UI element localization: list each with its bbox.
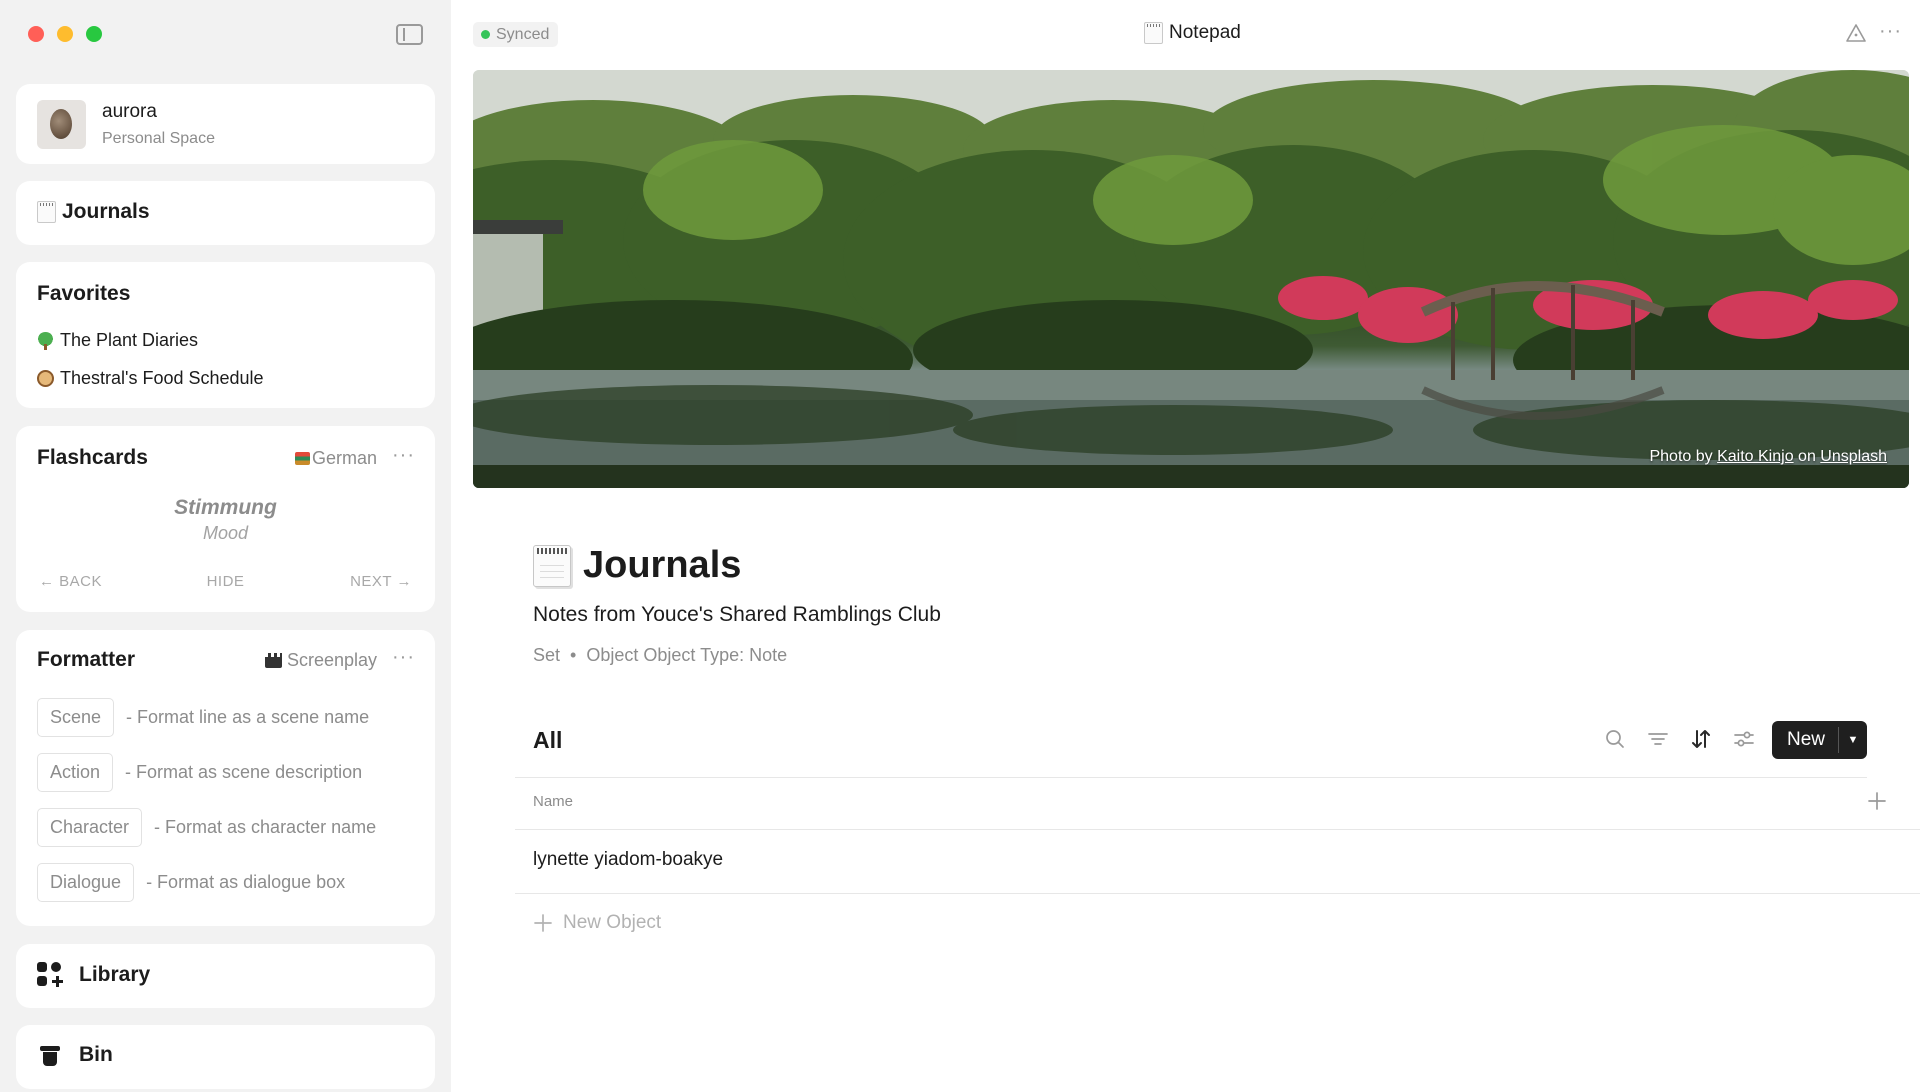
formatter-desc: - Format as scene description: [125, 762, 363, 782]
flashcards-deck[interactable]: German: [294, 448, 377, 469]
formatter-row: Action - Format as scene description: [37, 753, 362, 792]
sidebar-item-bin[interactable]: Bin: [16, 1025, 435, 1089]
clapper-board-icon: [264, 653, 282, 668]
page-title[interactable]: Journals: [583, 544, 741, 587]
tree-icon: [37, 332, 54, 350]
sort-icon[interactable]: [1689, 727, 1713, 751]
library-grid-icon: [37, 962, 63, 988]
cover-garden-graphic: [473, 70, 1909, 488]
formatter-desc: - Format as character name: [154, 817, 377, 837]
favorite-item-plant-diaries[interactable]: The Plant Diaries: [37, 330, 198, 351]
account-name: aurora: [102, 101, 157, 122]
formatter-row: Character - Format as character name: [37, 808, 376, 847]
notepad-icon[interactable]: [533, 544, 571, 587]
column-header-name[interactable]: Name: [533, 793, 573, 810]
favorite-label: The Plant Diaries: [60, 330, 199, 350]
plus-icon: [534, 914, 552, 932]
sync-status-badge[interactable]: Synced: [473, 22, 559, 47]
search-icon[interactable]: [1603, 727, 1627, 751]
flashcard-translation: Mood: [202, 523, 249, 543]
credit-prefix: Photo by: [1649, 448, 1713, 465]
formatter-tag-dialogue[interactable]: Dialogue: [37, 863, 135, 902]
sidebar-item-label: Library: [79, 963, 151, 986]
sidebar: aurora Personal Space Journals Favorites…: [0, 0, 451, 1092]
close-window-button[interactable]: [28, 26, 44, 42]
formatter-desc: - Format line as a scene name: [126, 707, 370, 727]
favorite-label: Thestral's Food Schedule: [60, 368, 264, 388]
sidebar-item-journals-row: Journals: [37, 200, 150, 224]
books-icon: [294, 452, 310, 465]
divider: [515, 829, 1920, 830]
credit-source-link[interactable]: Unsplash: [1820, 448, 1887, 465]
flashcards-widget: Flashcards German ··· Stimmung Mood ← BA…: [16, 426, 435, 612]
avatar: [37, 100, 86, 149]
formatter-row: Dialogue - Format as dialogue box: [37, 863, 345, 902]
formatter-widget: Formatter Screenplay ··· Scene - Format …: [16, 630, 435, 926]
page-header: Journals: [533, 544, 741, 587]
relations-graph-icon[interactable]: [1846, 24, 1866, 42]
divider: [515, 777, 1867, 778]
page-object-type[interactable]: Object Object Type: Note: [586, 645, 787, 666]
main-content: Synced Notepad ··· Photo by Kaito Kinjo …: [451, 0, 1920, 1092]
more-options-icon[interactable]: ···: [1879, 20, 1902, 43]
divider: [515, 893, 1920, 894]
window-title-text: Notepad: [1169, 22, 1241, 43]
more-options-icon[interactable]: ···: [392, 646, 415, 669]
sidebar-item-label: Bin: [79, 1043, 113, 1066]
account-widget[interactable]: aurora Personal Space: [16, 84, 435, 164]
minimize-window-button[interactable]: [57, 26, 73, 42]
sync-status-label: Synced: [496, 25, 550, 43]
dog-face-icon: [37, 370, 54, 387]
table-row[interactable]: lynette yiadom-boakye: [533, 849, 723, 871]
new-object-row[interactable]: New Object: [533, 912, 661, 934]
formatter-tag-action[interactable]: Action: [37, 753, 114, 792]
chevron-down-icon[interactable]: ▼: [1839, 734, 1867, 746]
formatter-title: Formatter: [37, 648, 136, 671]
page-kind[interactable]: Set: [533, 645, 560, 666]
notepad-icon: [1144, 22, 1163, 44]
formatter-tag-scene[interactable]: Scene: [37, 698, 115, 737]
formatter-mode-label: Screenplay: [286, 650, 377, 670]
flashcards-title: Flashcards: [37, 446, 148, 469]
sidebar-item-library[interactable]: Library: [16, 944, 435, 1008]
flashcard-word: Stimmung: [174, 496, 277, 519]
view-settings-icon[interactable]: [1732, 727, 1756, 751]
credit-mid: on: [1798, 448, 1816, 465]
flashcards-deck-label: German: [311, 448, 377, 468]
flashcard-next-button[interactable]: NEXT →: [350, 573, 412, 590]
photo-credit: Photo by Kaito Kinjo on Unsplash: [1649, 448, 1887, 466]
view-tab-all[interactable]: All: [533, 727, 562, 754]
favorites-title: Favorites: [37, 282, 131, 305]
sidebar-item-bin-row: Bin: [37, 1043, 113, 1067]
new-object-button[interactable]: New ▼: [1772, 721, 1867, 759]
cover-image[interactable]: Photo by Kaito Kinjo on Unsplash: [473, 70, 1909, 488]
window-title: Notepad: [1144, 22, 1241, 44]
credit-author-link[interactable]: Kaito Kinjo: [1717, 448, 1794, 465]
more-options-icon[interactable]: ···: [392, 444, 415, 467]
window-controls: [28, 26, 102, 42]
sidebar-toggle-icon[interactable]: [396, 24, 423, 45]
sidebar-item-library-row: Library: [37, 962, 150, 988]
account-subtitle: Personal Space: [102, 130, 215, 147]
favorite-item-food-schedule[interactable]: Thestral's Food Schedule: [37, 368, 264, 389]
meta-separator: •: [570, 645, 577, 665]
trash-bin-icon: [40, 1044, 60, 1066]
page-description[interactable]: Notes from Youce's Shared Ramblings Club: [533, 603, 941, 627]
zoom-window-button[interactable]: [86, 26, 102, 42]
sidebar-item-journals[interactable]: Journals: [16, 181, 435, 245]
filter-icon[interactable]: [1646, 727, 1670, 751]
sidebar-item-label: Journals: [62, 200, 150, 223]
new-object-label: New Object: [563, 912, 662, 933]
notepad-icon: [37, 201, 56, 223]
status-dot-icon: [481, 30, 490, 39]
formatter-desc: - Format as dialogue box: [146, 872, 346, 892]
formatter-row: Scene - Format line as a scene name: [37, 698, 369, 737]
favorites-widget: Favorites The Plant Diaries Thestral's F…: [16, 262, 435, 408]
formatter-tag-character[interactable]: Character: [37, 808, 143, 847]
formatter-mode[interactable]: Screenplay: [264, 650, 377, 671]
new-button-label: New: [1786, 729, 1825, 750]
page-meta: Set • Object Object Type: Note: [533, 645, 787, 666]
add-column-icon[interactable]: [1867, 791, 1887, 811]
